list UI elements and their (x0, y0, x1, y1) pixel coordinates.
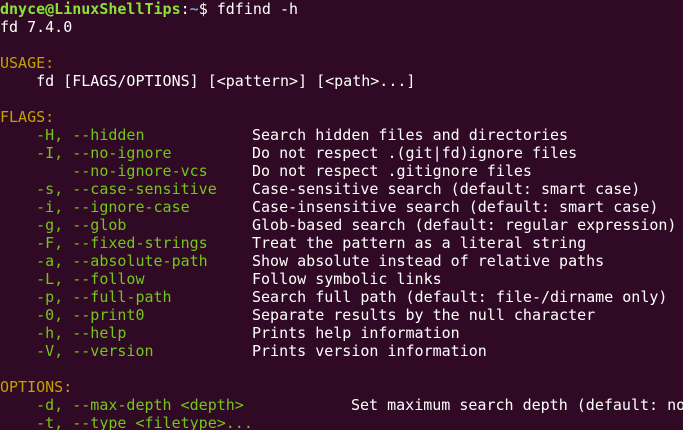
flag-name: -H, --hidden (0, 126, 145, 144)
option-name: -t, --type <filetype>... (0, 414, 253, 430)
prompt-command: fdfind -h (216, 0, 299, 18)
terminal-window[interactable]: dnyce@LinuxShellTips:~$ fdfind -h fd 7.4… (0, 0, 683, 430)
flag-row: -0, --print0 Separate results by the null… (0, 306, 683, 324)
flag-name: -p, --full-path (0, 288, 172, 306)
flags-list: -H, --hidden Search hidden files and dire… (0, 126, 683, 360)
flag-name: -g, --glob (0, 216, 127, 234)
prompt-user-host: dnyce@LinuxShellTips (0, 0, 181, 18)
flag-name: -a, --absolute-path (0, 252, 208, 270)
flag-description: Treat the pattern as a literal string (252, 234, 587, 252)
flag-row: --no-ignore-vcs Do not respect .gitignore… (0, 162, 683, 180)
flag-description: Separate results by the null character (252, 306, 596, 324)
options-list: -d, --max-depth <depth> Set maximum searc… (0, 396, 683, 430)
version-line: fd 7.4.0 (0, 18, 73, 36)
flag-row: -F, --fixed-strings Treat the pattern as … (0, 234, 683, 252)
flag-row: -g, --glob Glob-based search (default: re… (0, 216, 683, 234)
flag-name: --no-ignore-vcs (0, 162, 208, 180)
flag-description: Search full path (default: file-/dirname… (252, 288, 668, 306)
flag-name: -I, --no-ignore (0, 144, 172, 162)
flag-description: Follow symbolic links (252, 270, 442, 288)
flag-description: Case-sensitive search (default: smart ca… (252, 180, 641, 198)
flag-name: -h, --help (0, 324, 127, 342)
options-header: OPTIONS: (0, 378, 73, 396)
flag-row: -V, --version Prints version information (0, 342, 683, 360)
option-row: -t, --type <filetype>... (0, 414, 683, 430)
flag-name: -F, --fixed-strings (0, 234, 208, 252)
flag-row: -H, --hidden Search hidden files and dire… (0, 126, 683, 144)
flag-row: -L, --follow Follow symbolic links (0, 270, 683, 288)
flag-description: Prints help information (252, 324, 460, 342)
option-description: Set maximum search depth (default: no (351, 396, 683, 414)
usage-header: USAGE: (0, 54, 55, 72)
flag-row: -a, --absolute-path Show absolute instead… (0, 252, 683, 270)
option-name: -d, --max-depth <depth> (0, 396, 244, 414)
flag-description: Prints version information (252, 342, 487, 360)
flag-description: Do not respect .(git|fd)ignore files (252, 144, 578, 162)
flag-row: -s, --case-sensitive Case-sensitive searc… (0, 180, 683, 198)
usage-line: fd [FLAGS/OPTIONS] [<pattern>] [<path>..… (0, 72, 416, 90)
prompt-symbol: $ (198, 0, 208, 18)
flag-description: Case-insensitive search (default: smart … (252, 198, 659, 216)
flag-row: -p, --full-path Search full path (default… (0, 288, 683, 306)
flag-row: -i, --ignore-case Case-insensitive search… (0, 198, 683, 216)
flag-description: Search hidden files and directories (252, 126, 569, 144)
flag-name: -L, --follow (0, 270, 145, 288)
flag-description: Show absolute instead of relative paths (252, 252, 605, 270)
flag-description: Glob-based search (default: regular expr… (252, 216, 677, 234)
flag-name: -i, --ignore-case (0, 198, 190, 216)
flag-name: -V, --version (0, 342, 154, 360)
flag-row: -h, --help Prints help information (0, 324, 683, 342)
prompt-line: dnyce@LinuxShellTips:~$ fdfind -h (0, 0, 683, 18)
option-row: -d, --max-depth <depth> Set maximum searc… (0, 396, 683, 414)
flag-description: Do not respect .gitignore files (252, 162, 532, 180)
prompt-cwd: ~ (189, 0, 199, 18)
flag-name: -0, --print0 (0, 306, 145, 324)
flag-name: -s, --case-sensitive (0, 180, 217, 198)
prompt-separator: : (180, 0, 190, 18)
flag-row: -I, --no-ignore Do not respect .(git|fd)i… (0, 144, 683, 162)
flags-header: FLAGS: (0, 108, 55, 126)
